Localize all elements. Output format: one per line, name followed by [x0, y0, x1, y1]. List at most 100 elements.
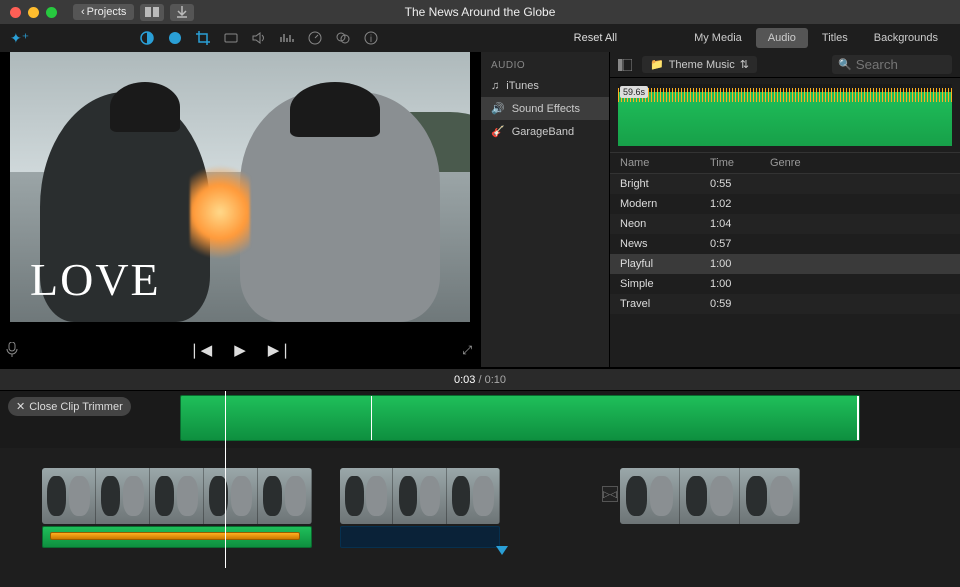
table-row[interactable]: News0:57 [610, 234, 960, 254]
table-row[interactable]: Modern1:02 [610, 194, 960, 214]
play-button[interactable]: ▶ [234, 341, 246, 359]
track-time: 1:04 [710, 218, 770, 230]
window-minimize-button[interactable] [28, 7, 39, 18]
video-clip[interactable] [340, 468, 500, 524]
noise-reduction-icon[interactable] [280, 31, 294, 45]
track-genre [770, 278, 950, 290]
table-header: Name Time Genre [610, 152, 960, 174]
col-genre[interactable]: Genre [770, 157, 950, 169]
track-time: 0:55 [710, 178, 770, 190]
search-field[interactable]: 🔍 [832, 55, 952, 74]
table-row[interactable]: Simple1:00 [610, 274, 960, 294]
clip-trimmer[interactable]: ✕ Close Clip Trimmer [0, 390, 960, 448]
timeline[interactable]: ▷◁ [0, 448, 960, 563]
filters-icon[interactable] [336, 31, 350, 45]
playhead-line[interactable] [225, 391, 226, 448]
track-name: Bright [620, 178, 710, 190]
window-close-button[interactable] [10, 7, 21, 18]
stabilization-icon[interactable] [224, 31, 238, 45]
marker-icon[interactable] [496, 546, 508, 555]
transition-icon[interactable]: ▷◁ [602, 486, 618, 502]
prev-button[interactable]: ❘◀ [188, 341, 212, 359]
col-time[interactable]: Time [710, 157, 770, 169]
sidebar-item-sound-effects[interactable]: 🔊 Sound Effects [481, 97, 609, 120]
next-button[interactable]: ▶❘ [268, 341, 292, 359]
import-button[interactable] [170, 4, 194, 21]
main-toolbar: ✦⁺ i Reset All My Media Audio Titles Bac… [0, 24, 960, 52]
col-name[interactable]: Name [620, 157, 710, 169]
tab-backgrounds[interactable]: Backgrounds [862, 28, 950, 48]
table-row[interactable]: Neon1:04 [610, 214, 960, 234]
preview-frame[interactable]: LOVE [10, 52, 470, 322]
fullscreen-icon[interactable]: ⤢ [462, 343, 472, 358]
video-clip[interactable] [620, 468, 800, 524]
search-icon: 🔍 [838, 58, 852, 71]
tab-audio[interactable]: Audio [756, 28, 808, 48]
track-table: Name Time Genre Bright0:55Modern1:02Neon… [610, 152, 960, 367]
track-name: Neon [620, 218, 710, 230]
transport-controls: ❘◀ ▶ ▶❘ ⤢ [0, 333, 480, 367]
music-note-icon: ♫ [491, 80, 499, 92]
table-row[interactable]: Bright0:55 [610, 174, 960, 194]
table-row[interactable]: Playful1:00 [610, 254, 960, 274]
audio-sidebar-header: AUDIO [481, 52, 609, 75]
sidebar-item-itunes[interactable]: ♫ iTunes [481, 75, 609, 97]
time-current: 0:03 [454, 374, 475, 386]
track-name: Travel [620, 298, 710, 310]
reset-all-button[interactable]: Reset All [574, 32, 617, 44]
track-genre [770, 298, 950, 310]
folder-icon: 📁 [650, 58, 664, 71]
enhance-wand-icon[interactable]: ✦⁺ [10, 30, 29, 47]
table-row[interactable]: Travel0:59 [610, 294, 960, 314]
svg-text:i: i [370, 34, 372, 45]
library-layout-button[interactable] [140, 4, 164, 21]
track-time: 1:00 [710, 258, 770, 270]
dropdown-label: Theme Music [669, 59, 735, 71]
back-label: Projects [87, 6, 127, 18]
color-wheel-icon[interactable] [168, 31, 182, 45]
speaker-icon: 🔊 [491, 102, 505, 115]
voiceover-mic-icon[interactable] [6, 342, 18, 358]
track-genre [770, 198, 950, 210]
media-tabbar: My Media Audio Titles Backgrounds [682, 28, 950, 48]
timeline-area: 0:03 / 0:10 ✕ Close Clip Trimmer [0, 367, 960, 563]
close-trimmer-label: Close Clip Trimmer [29, 401, 123, 413]
sidebar-item-label: iTunes [506, 80, 539, 92]
track-genre [770, 238, 950, 250]
tab-titles[interactable]: Titles [810, 28, 860, 48]
back-to-projects-button[interactable]: ‹ Projects [73, 4, 134, 20]
crop-icon[interactable] [196, 31, 210, 45]
track-name: Playful [620, 258, 710, 270]
sidebar-item-label: Sound Effects [512, 103, 580, 115]
dropdown-arrows-icon: ⇅ [740, 58, 749, 71]
info-icon[interactable]: i [364, 31, 378, 45]
speed-icon[interactable] [308, 31, 322, 45]
waveform-duration-badge: 59.6s [620, 86, 648, 98]
close-clip-trimmer-button[interactable]: ✕ Close Clip Trimmer [8, 397, 131, 416]
title-overlay-text: LOVE [30, 253, 161, 306]
audio-browser: 📁 Theme Music ⇅ 🔍 59.6s Name Time Genre … [610, 52, 960, 367]
category-dropdown[interactable]: 📁 Theme Music ⇅ [642, 56, 757, 73]
video-clip[interactable] [42, 468, 312, 524]
preview-waveform[interactable]: 59.6s [618, 84, 952, 146]
trimmer-waveform[interactable] [180, 395, 860, 441]
search-input[interactable] [856, 57, 936, 72]
audio-clip-dark[interactable] [340, 526, 500, 548]
volume-icon[interactable] [252, 31, 266, 45]
window-zoom-button[interactable] [46, 7, 57, 18]
audio-clip-orange[interactable] [50, 532, 300, 540]
audio-sidebar: AUDIO ♫ iTunes 🔊 Sound Effects 🎸 GarageB… [480, 52, 610, 367]
window-title: The News Around the Globe [405, 5, 556, 19]
tab-my-media[interactable]: My Media [682, 28, 754, 48]
timeline-playhead[interactable] [225, 448, 226, 568]
browser-topbar: 📁 Theme Music ⇅ 🔍 [610, 52, 960, 78]
content-library-toggle-icon[interactable] [618, 59, 632, 71]
chevron-left-icon: ‹ [81, 6, 85, 18]
close-icon: ✕ [16, 400, 25, 413]
track-time: 0:57 [710, 238, 770, 250]
track-time: 1:02 [710, 198, 770, 210]
color-balance-icon[interactable] [140, 31, 154, 45]
sidebar-item-garageband[interactable]: 🎸 GarageBand [481, 120, 609, 143]
window-traffic-lights [10, 7, 57, 18]
preview-viewer: LOVE ❘◀ ▶ ▶❘ ⤢ [0, 52, 480, 367]
